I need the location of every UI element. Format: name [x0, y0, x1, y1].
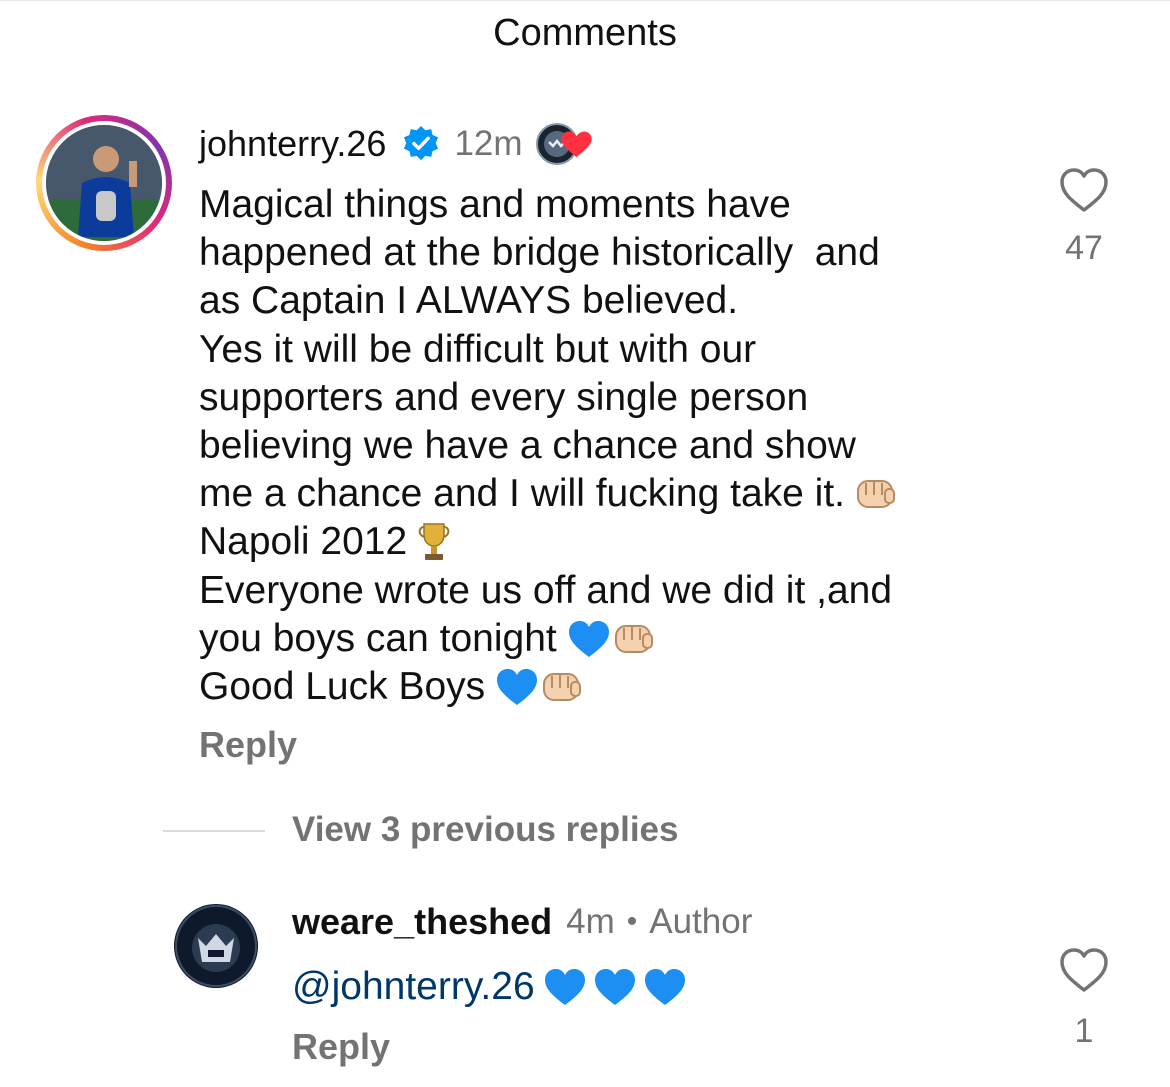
comment-line: as Captain I ALWAYS believed.: [199, 279, 739, 323]
trophy-icon: [418, 523, 450, 561]
verified-badge-icon: [404, 125, 439, 161]
view-previous-replies-button[interactable]: View 3 previous replies: [292, 810, 679, 850]
comment-line: supporters and every single person: [199, 375, 809, 419]
reply-header: weare_theshed 4m • Author: [292, 898, 752, 946]
comment-line: Everyone wrote us off and we did it ,and: [199, 568, 893, 612]
like-count: 47: [1065, 229, 1103, 267]
comment-line: Yes it will be difficult but with our: [199, 327, 757, 371]
fist-icon: [614, 624, 653, 653]
blue-heart-icon: [644, 969, 685, 1005]
liked-by-author-icon: [535, 121, 599, 167]
reply-time: 4m: [566, 902, 615, 941]
comment-line: believing we have a chance and show: [199, 423, 856, 467]
comment-line: me a chance and I will fucking take it.: [199, 470, 1019, 518]
comment-body: Magical things and moments have happened…: [199, 181, 1019, 711]
blue-heart-icon: [544, 969, 585, 1005]
like-heart-icon[interactable]: [1058, 946, 1110, 994]
reply-button[interactable]: Reply: [199, 724, 297, 766]
fist-icon: [857, 480, 895, 509]
comment-line: Good Luck Boys: [199, 663, 1019, 711]
comment-username[interactable]: johnterry.26: [199, 123, 386, 165]
comment-line: Napoli 2012: [199, 518, 1019, 566]
reply-body: @johnterry.26: [292, 962, 687, 1012]
avatar[interactable]: [46, 125, 162, 241]
blue-heart-icon: [568, 620, 609, 657]
separator-dot: •: [626, 905, 638, 938]
comment-line: you boys can tonight: [199, 615, 1019, 663]
blue-heart-icon: [594, 969, 635, 1005]
like-count: 1: [1074, 1012, 1094, 1050]
comment-header: johnterry.26 12m: [199, 120, 599, 168]
avatar-photo-icon: [46, 125, 162, 241]
reply-avatar[interactable]: [174, 904, 258, 988]
mention-link[interactable]: @johnterry.26: [292, 965, 535, 1009]
thread-line: [163, 830, 265, 832]
shed-logo-icon: [175, 905, 257, 987]
blue-heart-icon: [497, 668, 538, 705]
author-label: Author: [649, 902, 753, 941]
like-heart-icon[interactable]: [1058, 166, 1110, 214]
reply-button[interactable]: Reply: [292, 1026, 390, 1068]
comment-line: Magical things and moments have: [199, 183, 791, 226]
fist-icon: [543, 672, 582, 701]
reply-username[interactable]: weare_theshed: [292, 901, 552, 943]
comment-time: 12m: [454, 124, 523, 163]
page-title: Comments: [493, 12, 677, 54]
comment-line: happened at the bridge historically and: [199, 231, 880, 275]
